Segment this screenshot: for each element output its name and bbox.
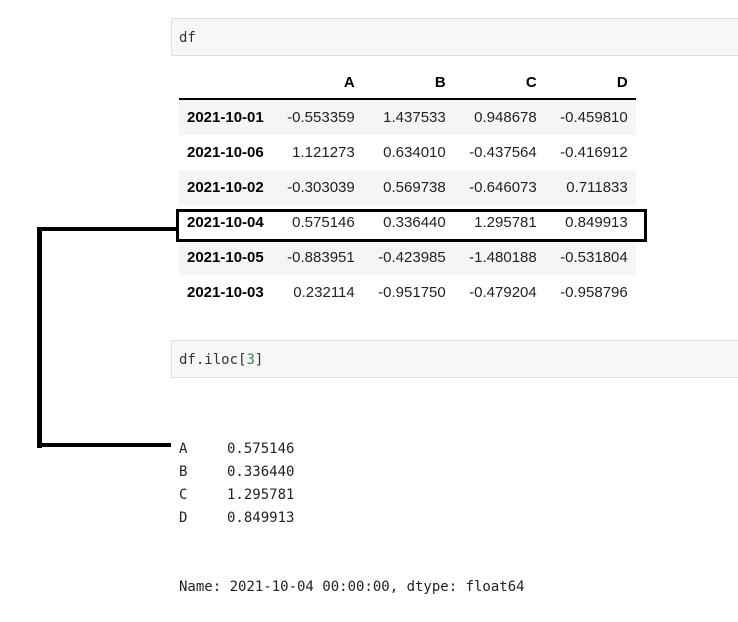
table-cell: -0.459810 — [560, 109, 628, 126]
table-cell: -0.553359 — [287, 109, 355, 126]
table-row: 2021-10-06 1.121273 0.634010 -0.437564 -0.41… — [179, 135, 636, 170]
dataframe-table: A B C D 2021-10-01 -0.553359 1.437533 0.948… — [179, 66, 636, 310]
series-row: A 0.575146 — [179, 438, 525, 461]
table-cell: 0.232114 — [293, 284, 355, 301]
table-cell: -0.883951 — [287, 249, 355, 266]
series-value: 0.849913 — [227, 510, 295, 526]
table-cell: -0.303039 — [287, 179, 355, 196]
table-row: 2021-10-01 -0.553359 1.437533 0.948678 -0.45… — [179, 99, 636, 135]
table-cell: -0.479204 — [469, 284, 537, 301]
series-value: 1.295781 — [227, 487, 295, 503]
table-cell: 0.336440 — [383, 214, 446, 231]
table-cell: -0.437564 — [469, 144, 537, 161]
code-cell-input-1[interactable]: df — [171, 18, 738, 56]
code-text: df.iloc[3] — [179, 352, 264, 368]
table-cell: -0.958796 — [560, 284, 628, 301]
table-row: 2021-10-04 0.575146 0.336440 1.295781 0.8499… — [179, 205, 636, 240]
table-cell: -0.423985 — [378, 249, 446, 266]
code-cell-input-2[interactable]: df.iloc[3] — [171, 340, 738, 378]
table-cell: -1.480188 — [469, 249, 537, 266]
row-index: 2021-10-06 — [187, 144, 264, 161]
series-row: D 0.849913 — [179, 507, 525, 530]
row-index: 2021-10-02 — [187, 179, 264, 196]
table-cell: 0.849913 — [565, 214, 628, 231]
series-row: B 0.336440 — [179, 461, 525, 484]
table-cell: 0.711833 — [566, 179, 628, 196]
row-index: 2021-10-05 — [187, 249, 264, 266]
table-cell: 1.437533 — [383, 109, 446, 126]
series-key: C — [179, 487, 188, 503]
row-index: 2021-10-01 — [187, 109, 264, 126]
index-header — [179, 66, 272, 100]
connector-line-vertical — [37, 227, 42, 448]
table-header-row: A B C D — [179, 66, 636, 100]
table-cell: 0.634010 — [383, 144, 446, 161]
table-cell: 0.948678 — [474, 109, 537, 126]
column-header: B — [362, 66, 454, 100]
row-index: 2021-10-04 — [187, 214, 264, 231]
table-cell: 1.121273 — [292, 144, 355, 161]
table-row: 2021-10-05 -0.883951 -0.423985 -1.480188 -0.… — [179, 240, 636, 275]
series-key: D — [179, 510, 188, 526]
series-key: A — [179, 441, 188, 457]
table-row: 2021-10-02 -0.303039 0.569738 -0.646073 0.71… — [179, 170, 636, 205]
table-cell: -0.951750 — [378, 284, 446, 301]
table-cell: 0.575146 — [292, 214, 355, 231]
table-cell: -0.646073 — [469, 179, 537, 196]
connector-line-top — [42, 227, 176, 231]
connector-line-bottom — [37, 443, 171, 447]
series-value: 0.575146 — [227, 441, 295, 457]
series-output: A 0.575146 B 0.336440 C 1.295781 D 0.849913 Nam… — [179, 392, 525, 622]
series-footer: Name: 2021-10-04 00:00:00, dtype: float6… — [179, 579, 525, 595]
series-value: 0.336440 — [227, 464, 295, 480]
code-text: df — [179, 30, 196, 46]
row-index: 2021-10-03 — [187, 284, 264, 301]
column-header: A — [271, 66, 363, 100]
table-cell: -0.416912 — [560, 144, 628, 161]
table-row: 2021-10-03 0.232114 -0.951750 -0.479204 -0.9… — [179, 275, 636, 310]
column-header: D — [544, 66, 636, 100]
series-key: B — [179, 464, 188, 480]
table-cell: 0.569738 — [383, 179, 446, 196]
series-row: C 1.295781 — [179, 484, 525, 507]
column-header: C — [453, 66, 545, 100]
table-cell: -0.531804 — [560, 249, 628, 266]
table-cell: 1.295781 — [474, 214, 537, 231]
